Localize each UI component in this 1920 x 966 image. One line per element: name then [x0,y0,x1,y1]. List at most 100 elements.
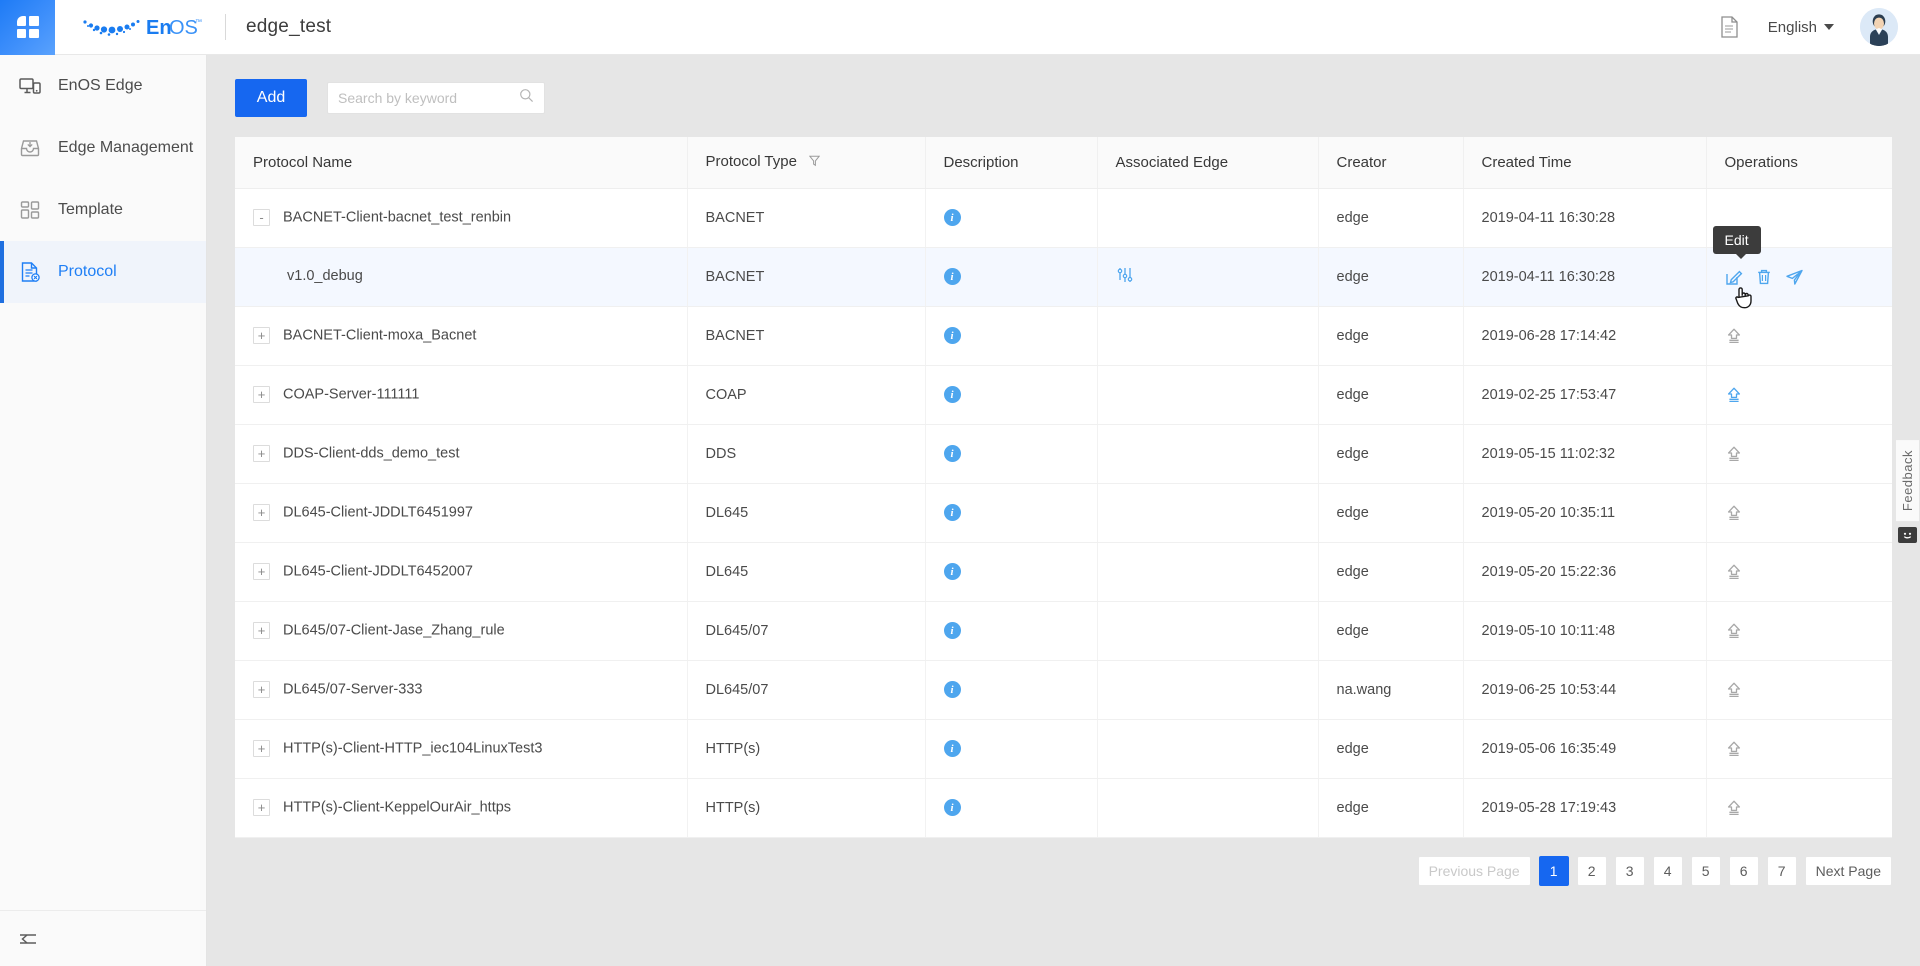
filter-funnel-icon[interactable] [808,154,821,171]
table-row[interactable]: v1.0_debug BACNET i edge 2019-04-11 16:30:28… [235,225,1892,308]
monitor-device-icon [18,74,42,98]
info-icon[interactable]: i [943,327,961,345]
protocol-name-text: v1.0_debug [287,268,363,285]
protocol-name-text: BACNET-Client-bacnet_test_renbin [283,209,512,226]
info-icon[interactable]: i [943,799,961,817]
page-button-3[interactable]: 3 [1614,855,1645,886]
cell-creator: na.wang [1318,660,1464,720]
cell-associated-edge [1097,542,1319,602]
sidebar-item-label: EnOS Edge [58,77,143,94]
column-label: Protocol Type [705,153,797,171]
avatar[interactable] [1860,8,1898,46]
sidebar-item-edge-management[interactable]: Edge Management [0,117,206,179]
expand-row-icon[interactable]: + [253,740,270,757]
info-icon[interactable]: i [943,445,961,463]
cell-creator: edge [1318,542,1464,602]
cell-description: i [925,247,1098,307]
upload-icon-gray[interactable] [1725,563,1743,581]
upload-icon-gray[interactable] [1725,327,1743,345]
info-icon[interactable]: i [943,386,961,404]
delete-icon[interactable] [1755,268,1773,286]
next-page-button[interactable]: Next Page [1804,855,1892,886]
sidebar-item-protocol[interactable]: Protocol [0,241,206,303]
info-icon[interactable]: i [943,268,961,286]
search-input[interactable] [338,90,519,106]
upload-icon-gray[interactable] [1725,445,1743,463]
table-row[interactable]: + DDS-Client-dds_demo_test DDS i edge 2019-05… [235,424,1892,484]
cell-created-time: 2019-05-20 10:35:11 [1463,483,1707,543]
upload-icon-gray[interactable] [1725,681,1743,699]
expand-row-icon[interactable]: + [253,327,270,344]
document-icon[interactable] [1716,14,1742,40]
info-icon[interactable]: i [943,209,961,227]
table-row[interactable]: + COAP-Server-111111 COAP i edge 2019-02-25 1… [235,365,1892,425]
feedback-widget[interactable]: Feedback [1894,440,1920,544]
brand-logo[interactable]: En OS ™ [75,10,203,44]
table-row[interactable]: + DL645-Client-JDDLT6451997 DL645 i edge 2019… [235,483,1892,543]
table-row[interactable]: + DL645/07-Server-333 DL645/07 i na.wang 2019… [235,660,1892,720]
info-icon[interactable]: i [943,563,961,581]
search-icon[interactable] [519,88,534,108]
table-row[interactable]: + DL645/07-Client-Jase_Zhang_rule DL645/07… [235,601,1892,661]
column-header-description[interactable]: Description [925,137,1098,189]
collapse-left-icon[interactable] [16,927,40,951]
cell-created-time: 2019-05-28 17:19:43 [1463,778,1707,838]
edit-icon[interactable] [1725,268,1743,286]
sidebar-item-enos-edge[interactable]: EnOS Edge [0,55,206,117]
send-icon[interactable] [1785,268,1804,286]
upload-icon-gray[interactable] [1725,504,1743,522]
info-icon[interactable]: i [943,504,961,522]
previous-page-button[interactable]: Previous Page [1417,855,1531,886]
expand-row-icon[interactable]: + [253,799,270,816]
table-row[interactable]: + DL645-Client-JDDLT6452007 DL645 i edge 2019… [235,542,1892,602]
cell-description: i [925,778,1098,838]
cell-description: i [925,365,1098,425]
apps-menu-button[interactable] [0,0,55,55]
column-header-created-time[interactable]: Created Time [1463,137,1707,189]
table-row[interactable]: + HTTP(s)-Client-HTTP_iec104LinuxTest3 HTT… [235,719,1892,779]
expand-row-icon[interactable]: + [253,445,270,462]
expand-row-icon[interactable]: + [253,681,270,698]
page-button-6[interactable]: 6 [1728,855,1759,886]
table-row[interactable]: + BACNET-Client-moxa_Bacnet BACNET i edge 201… [235,306,1892,366]
page-button-7[interactable]: 7 [1766,855,1797,886]
column-header-creator[interactable]: Creator [1318,137,1464,189]
sliders-icon[interactable] [1116,267,1134,288]
page-button-4[interactable]: 4 [1652,855,1683,886]
page-button-5[interactable]: 5 [1690,855,1721,886]
column-header-associated-edge[interactable]: Associated Edge [1097,137,1319,189]
expand-row-icon[interactable]: + [253,386,270,403]
info-icon[interactable]: i [943,740,961,758]
cell-description: i [925,424,1098,484]
operations-group [1725,504,1875,522]
sidebar-item-template[interactable]: Template [0,179,206,241]
upload-icon-gray[interactable] [1725,622,1743,640]
smiley-face-icon[interactable] [1897,527,1917,544]
expand-row-icon[interactable]: + [253,622,270,639]
protocol-name-text: BACNET-Client-moxa_Bacnet [283,327,477,344]
table-row[interactable]: + HTTP(s)-Client-KeppelOurAir_https HTTP(s… [235,778,1892,838]
page-button-2[interactable]: 2 [1576,855,1607,886]
expand-row-icon[interactable]: + [253,504,270,521]
table-row[interactable]: - BACNET-Client-bacnet_test_renbin BACNET i… [235,188,1892,248]
cell-creator: edge [1318,188,1464,248]
feedback-label[interactable]: Feedback [1895,440,1919,522]
upload-icon-blue[interactable] [1725,386,1743,404]
search-box[interactable] [327,82,545,114]
add-button[interactable]: Add [235,79,307,117]
page-button-1[interactable]: 1 [1538,855,1569,886]
column-header-protocol-type[interactable]: Protocol Type [687,137,926,189]
page-title: edge_test [246,16,332,37]
apps-grid-icon [16,16,39,38]
info-icon[interactable]: i [943,622,961,640]
cell-description: i [925,306,1098,366]
sidebar-footer [0,910,206,966]
column-header-protocol-name[interactable]: Protocol Name [235,137,688,189]
language-selector[interactable]: English [1768,19,1834,36]
upload-icon-gray[interactable] [1725,799,1743,817]
cell-protocol-name: - BACNET-Client-bacnet_test_renbin [235,188,688,248]
collapse-row-icon[interactable]: - [253,209,270,226]
upload-icon-gray[interactable] [1725,740,1743,758]
expand-row-icon[interactable]: + [253,563,270,580]
info-icon[interactable]: i [943,681,961,699]
